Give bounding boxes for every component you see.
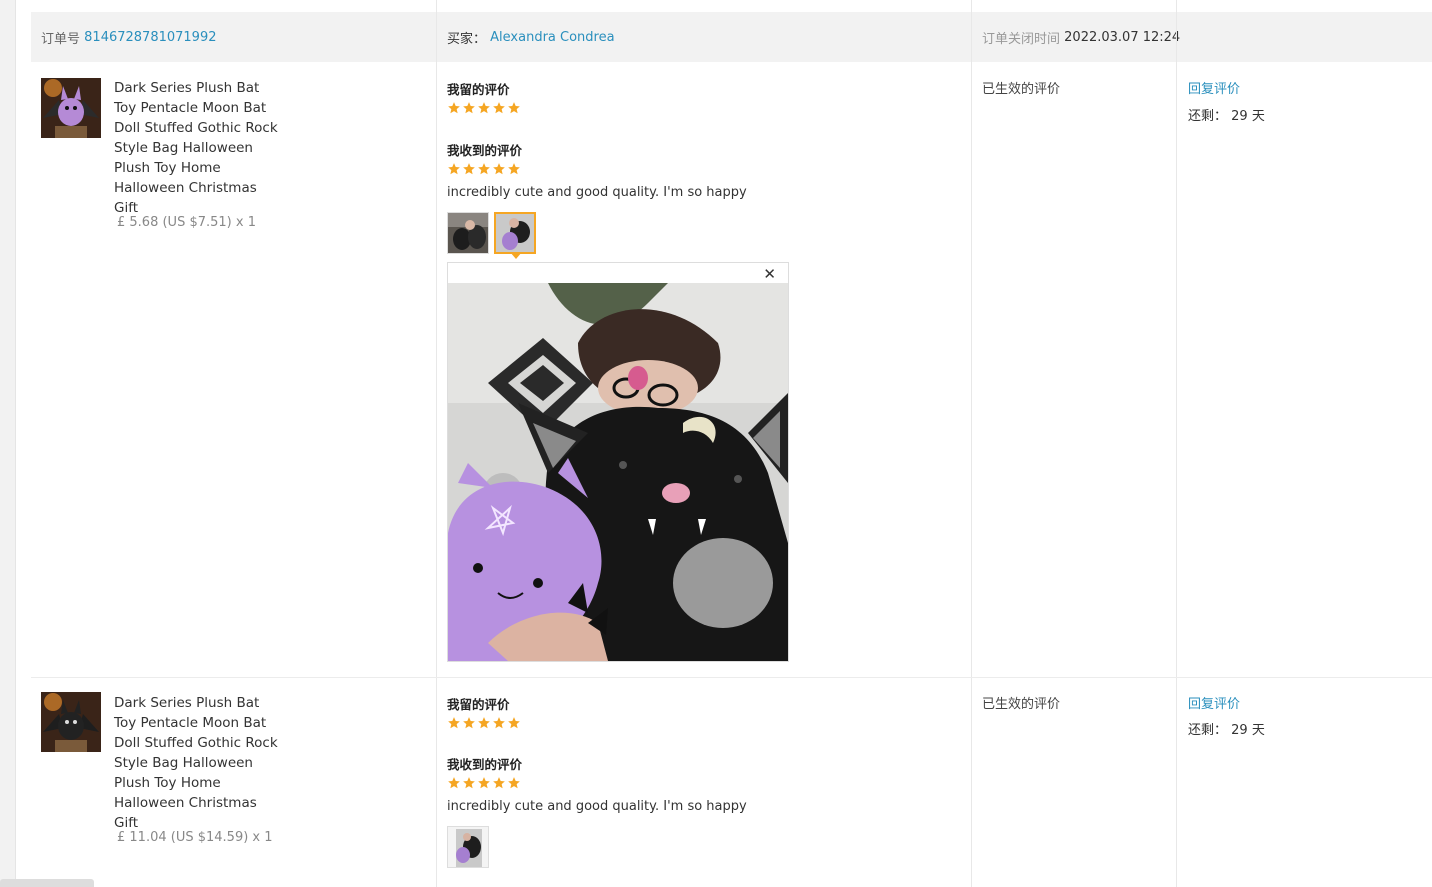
buyer-link[interactable]: Alexandra Condrea [490,30,614,45]
star-icon [463,717,475,729]
left-gutter [0,0,16,887]
close-icon[interactable]: ✕ [763,265,776,283]
product-thumbnail[interactable] [41,692,101,752]
review-photo-thumbnail[interactable] [447,212,489,254]
star-icon [508,102,520,114]
remaining-value: 29 天 [1231,109,1265,124]
my-review-label: 我留的评价 [447,697,510,712]
review-text: incredibly cute and good quality. I'm so… [447,799,747,814]
review-photo-thumbnail[interactable] [447,826,489,868]
review-status: 已生效的评价 [982,82,1061,97]
product-title[interactable]: Dark Series Plush Bat Toy Pentacle Moon … [114,693,284,833]
order-number-label: 订单号 [41,31,81,47]
reply-review-link[interactable]: 回复评价 [1188,693,1240,712]
my-rating-stars [447,101,521,115]
star-icon [508,717,520,729]
product-price: £ 11.04 (US $14.59) x 1 [117,830,273,845]
status-bar [0,879,94,887]
star-icon [493,102,505,114]
star-icon [508,163,520,175]
star-icon [493,163,505,175]
review-photo-thumbnail-selected[interactable] [494,212,536,254]
top-strip [31,0,1432,12]
star-icon [478,777,490,789]
order-number-link[interactable]: 8146728781071992 [84,30,216,45]
star-icon [463,163,475,175]
closed-time-cell: 订单关闭时间 2022.03.07 12:24 [982,12,1180,62]
star-icon [478,102,490,114]
my-rating-stars [447,716,521,730]
review-text: incredibly cute and good quality. I'm so… [447,185,747,200]
closed-time-label: 订单关闭时间 [982,31,1061,47]
review-status: 已生效的评价 [982,697,1061,712]
star-icon [463,102,475,114]
selection-caret-icon [510,252,522,259]
received-rating-stars [447,162,521,176]
column-divider [436,0,437,887]
star-icon [463,777,475,789]
photo-preview-popup: ✕ [447,262,789,662]
order-header: 订单号 8146728781071992 买家： Alexandra Condr… [31,12,1432,62]
closed-time-value: 2022.03.07 12:24 [1064,29,1181,45]
received-rating-stars [447,776,521,790]
star-icon [448,717,460,729]
star-icon [493,777,505,789]
remaining-time: 还剩： 29 天 [1188,719,1265,738]
feedback-page: 订单号 8146728781071992 买家： Alexandra Condr… [0,0,1432,887]
product-thumbnail[interactable] [41,78,101,138]
remaining-label: 还剩： [1188,109,1228,124]
remaining-label: 还剩： [1188,723,1228,738]
star-icon [448,163,460,175]
star-icon [508,777,520,789]
star-icon [448,777,460,789]
row-separator [31,677,1432,678]
buyer-cell: 买家： Alexandra Condrea [447,12,615,62]
product-price: £ 5.68 (US $7.51) x 1 [117,215,256,230]
star-icon [493,717,505,729]
star-icon [478,717,490,729]
received-review-label: 我收到的评价 [447,143,523,158]
remaining-time: 还剩： 29 天 [1188,105,1265,124]
product-title[interactable]: Dark Series Plush Bat Toy Pentacle Moon … [114,78,284,218]
buyer-label: 买家： [447,31,487,47]
reply-review-link[interactable]: 回复评价 [1188,78,1240,97]
star-icon [448,102,460,114]
my-review-label: 我留的评价 [447,82,510,97]
order-number-cell: 订单号 8146728781071992 [41,12,217,62]
remaining-value: 29 天 [1231,723,1265,738]
column-divider [971,0,972,887]
review-photo-large [448,283,788,661]
column-divider [1176,0,1177,887]
received-review-label: 我收到的评价 [447,757,523,772]
star-icon [478,163,490,175]
